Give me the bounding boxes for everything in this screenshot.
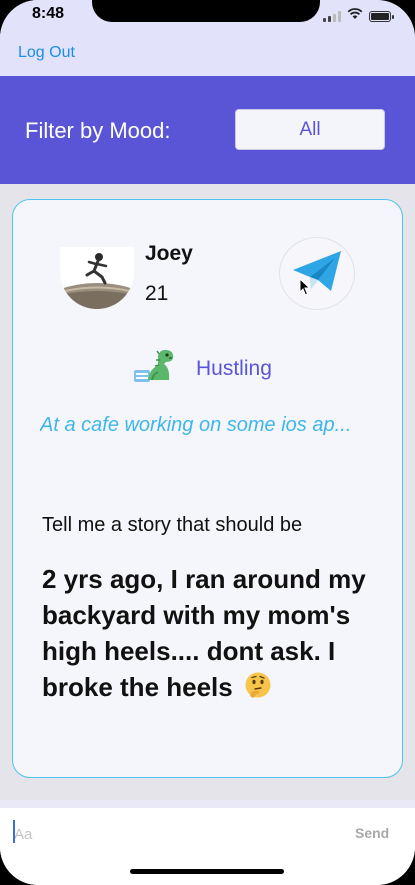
top-area: 8:48 Log Out [0, 0, 415, 76]
mood-row: Hustling [132, 348, 272, 389]
battery-icon [369, 10, 394, 22]
dinosaur-mood-icon [132, 348, 178, 389]
text-caret [13, 820, 15, 843]
mood-filter-select[interactable]: All [235, 109, 385, 150]
story-answer: 2 yrs ago, I ran around my backyard with… [42, 561, 372, 708]
story-text: 2 yrs ago, I ran around my backyard with… [42, 564, 366, 702]
message-input[interactable] [14, 823, 324, 845]
signal-icon [323, 10, 341, 22]
status-icons [323, 7, 394, 25]
home-indicator[interactable] [130, 869, 284, 874]
filter-bar: Filter by Mood: All [0, 76, 415, 184]
thinking-face-emoji [244, 671, 272, 708]
notch [92, 0, 320, 22]
telegram-send-button[interactable] [279, 237, 355, 310]
story-prompt: Tell me a story that should be [42, 514, 303, 536]
filter-label: Filter by Mood: [25, 118, 171, 143]
status-text: At a cafe working on some ios ap... [40, 414, 352, 436]
user-age: 21 [145, 282, 169, 305]
mood-label: Hustling [196, 356, 272, 380]
mouse-cursor-icon [299, 277, 311, 301]
wifi-icon [347, 7, 363, 25]
phone-screen: 8:48 Log Out Filter by Mood: All Joey 21… [0, 0, 415, 885]
user-name: Joey [145, 242, 193, 265]
logout-button[interactable]: Log Out [18, 44, 75, 62]
status-time: 8:48 [32, 5, 65, 22]
send-button[interactable]: Send [355, 825, 389, 841]
composer-divider [0, 800, 415, 808]
